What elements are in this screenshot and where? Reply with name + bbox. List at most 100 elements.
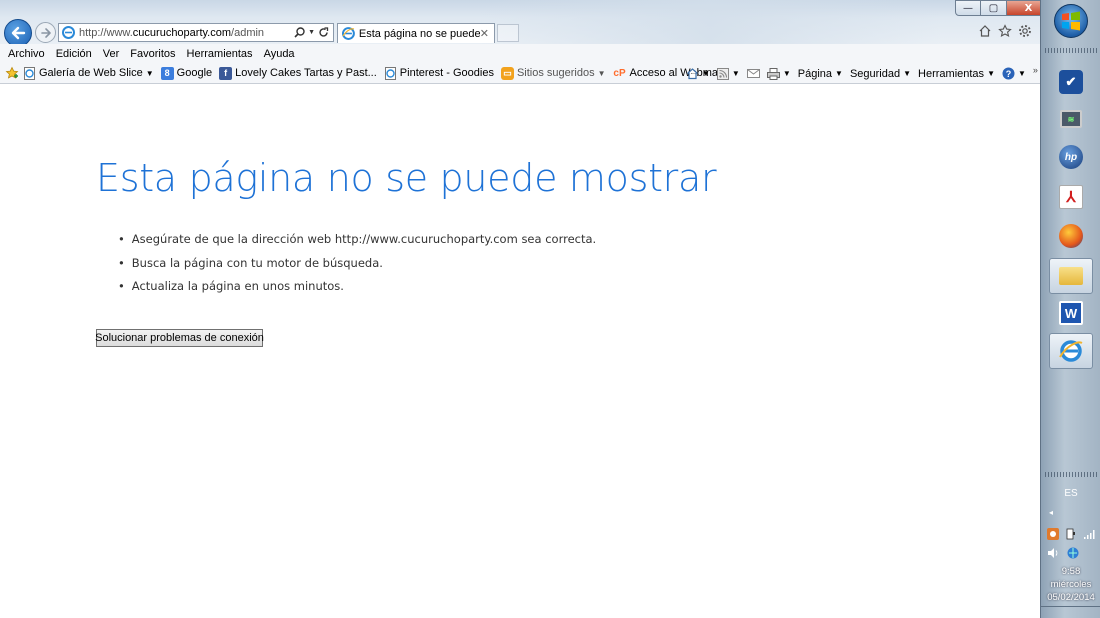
error-page: Esta página no se puede mostrar Asegúrat… (0, 86, 1040, 618)
new-tab-button[interactable] (497, 24, 519, 42)
ie-logo-icon (342, 27, 355, 40)
favorite-google[interactable]: 8 Google (160, 66, 213, 80)
tip-search-engine: Busca la página con tu motor de búsqueda… (118, 256, 596, 280)
add-to-favorites-bar-button[interactable] (5, 66, 19, 80)
chevron-down-icon: ▼ (987, 69, 995, 78)
more-commands-icon[interactable]: » (1033, 65, 1038, 75)
page-title: Esta página no se puede mostrar (96, 156, 717, 200)
favorites-bar: Galería de Web Slice ▼ 8 Google f Lovely… (0, 63, 1040, 84)
favorite-label: Google (176, 67, 213, 79)
taskbar-item-monitor[interactable]: ≋ (1049, 101, 1093, 137)
chevron-down-icon: ▼ (145, 68, 154, 78)
refresh-icon[interactable] (318, 27, 329, 38)
page-menu-command[interactable]: Página ▼ (798, 68, 843, 80)
taskbar: ✔ ≋ hp ⅄ W ES ◂ 9:58 miércoles 05/02/201… (1040, 0, 1100, 618)
address-tools: ▼ (294, 27, 333, 38)
clock[interactable]: 9:58 miércoles 05/02/2014 (1041, 565, 1100, 604)
word-icon: W (1059, 301, 1083, 325)
taskbar-item-internet-explorer[interactable] (1049, 333, 1093, 369)
tray-app-icon[interactable] (1047, 528, 1059, 540)
menu-item-ver[interactable]: Ver (103, 48, 120, 60)
taskbar-item-word[interactable]: W (1049, 295, 1093, 331)
taskbar-grip (1045, 472, 1097, 477)
forward-button[interactable] (35, 22, 56, 43)
menu-item-ayuda[interactable]: Ayuda (264, 48, 295, 60)
address-bar[interactable]: http://www.cucuruchoparty.com/admin ▼ (58, 23, 334, 42)
minimize-button[interactable]: — (955, 0, 981, 16)
tools-menu-label: Herramientas (918, 67, 985, 80)
menu-item-favoritos[interactable]: Favoritos (130, 48, 175, 60)
start-button[interactable] (1054, 4, 1088, 38)
taskbar-item-adobe-reader[interactable]: ⅄ (1049, 179, 1093, 215)
close-tab-icon[interactable]: ✕ (480, 27, 489, 40)
search-icon[interactable] (294, 27, 305, 38)
mail-icon (746, 69, 760, 78)
fix-connection-problems-button[interactable]: Solucionar problemas de conexión (95, 329, 264, 347)
clock-date: 05/02/2014 (1047, 592, 1095, 603)
ie-page-icon (24, 66, 35, 80)
tab-active[interactable]: Esta página no se puede m... ✕ (337, 23, 495, 43)
ie-page-icon (62, 26, 75, 39)
favorites-star-icon[interactable] (998, 24, 1012, 38)
search-dropdown-icon[interactable]: ▼ (308, 29, 315, 36)
clock-time: 9:58 (1061, 566, 1081, 577)
tip-check-address: Asegúrate de que la dirección web http:/… (118, 232, 596, 256)
help-command[interactable]: ? ▼ (1002, 67, 1026, 80)
print-command[interactable]: ▼ (766, 67, 791, 80)
chevron-down-icon: ▼ (1017, 69, 1026, 78)
show-hidden-icons-icon[interactable]: ◂ (1049, 508, 1053, 517)
taskbar-grip (1045, 48, 1097, 53)
command-bar: ▼ ▼ ▼ Página ▼ Seguridad ▼ Herramientas … (686, 63, 1038, 84)
language-indicator[interactable]: ES (1041, 488, 1100, 499)
volume-icon[interactable] (1047, 547, 1059, 559)
menu-item-edicion[interactable]: Edición (56, 48, 92, 60)
feeds-command[interactable]: ▼ (716, 67, 740, 80)
menu-bar: Archivo Edición Ver Favoritos Herramient… (0, 44, 1040, 63)
home-icon[interactable] (978, 24, 992, 38)
ie-page-icon (384, 66, 396, 80)
favorite-sitios-sugeridos[interactable]: ▭ Sitios sugeridos ▼ (500, 66, 606, 80)
help-icon: ? (1002, 67, 1015, 80)
chevron-down-icon: ▼ (903, 69, 912, 78)
taskbar-item-tasks[interactable]: ✔ (1049, 64, 1093, 100)
menu-item-herramientas[interactable]: Herramientas (187, 48, 253, 60)
cpanel-icon: cP (613, 67, 626, 79)
arrow-left-icon (11, 26, 26, 40)
address-domain: cucuruchoparty.com (132, 26, 232, 39)
show-desktop-button[interactable] (1041, 606, 1100, 618)
taskbar-item-hp[interactable]: hp (1049, 139, 1093, 175)
address-url[interactable]: http://www.cucuruchoparty.com/admin (79, 27, 264, 39)
svg-text:?: ? (1006, 69, 1012, 79)
internet-explorer-icon (1059, 340, 1083, 362)
safety-menu-command[interactable]: Seguridad ▼ (850, 68, 911, 80)
page-menu-label: Página (797, 67, 833, 80)
favorite-pinterest-goodies[interactable]: Pinterest - Goodies (384, 66, 494, 80)
tools-menu-command[interactable]: Herramientas ▼ (918, 68, 995, 80)
file-explorer-icon (1059, 267, 1083, 285)
favorites-bar-star-icon (5, 66, 19, 79)
tab-title: Esta página no se puede m... (358, 27, 480, 40)
menu-item-archivo[interactable]: Archivo (8, 48, 45, 60)
favorite-lovely-cakes[interactable]: f Lovely Cakes Tartas y Past... (219, 66, 377, 80)
hp-icon: hp (1059, 145, 1083, 169)
arrow-right-icon (40, 27, 51, 38)
firefox-icon (1059, 224, 1083, 248)
chevron-down-icon: ▼ (782, 69, 791, 78)
tip-refresh-later: Actualiza la página en unos minutos. (118, 279, 596, 303)
back-button[interactable] (4, 19, 32, 47)
signal-bars-icon[interactable] (1083, 528, 1095, 540)
adobe-reader-icon: ⅄ (1059, 185, 1083, 209)
taskbar-item-firefox[interactable] (1049, 218, 1093, 254)
home-command[interactable]: ▼ (686, 67, 710, 80)
chevron-down-icon: ▼ (702, 69, 710, 78)
facebook-icon: f (219, 66, 233, 80)
power-plug-icon[interactable] (1065, 528, 1077, 540)
gear-icon[interactable] (1018, 24, 1032, 38)
chevron-down-icon: ▼ (597, 68, 606, 78)
network-icon[interactable] (1067, 547, 1079, 559)
mail-command[interactable] (746, 68, 760, 79)
favorite-galeria-web-slice[interactable]: Galería de Web Slice ▼ (23, 66, 154, 80)
maximize-button[interactable]: ▢ (981, 0, 1007, 16)
browser-tools (978, 24, 1032, 38)
taskbar-item-explorer[interactable] (1049, 258, 1093, 294)
